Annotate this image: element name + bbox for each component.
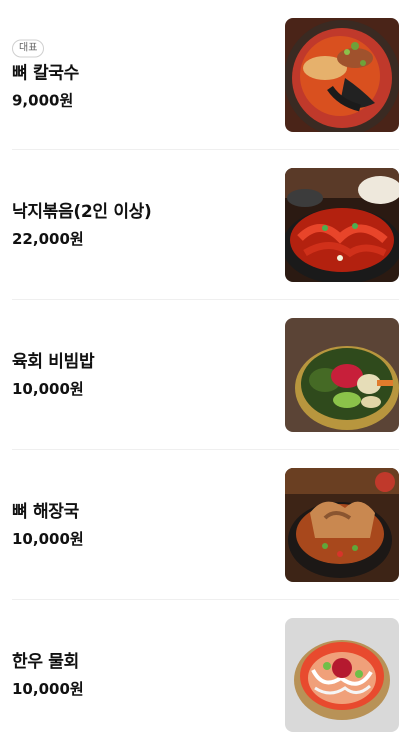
menu-item-info: 육회 비빔밥 10,000원 [12, 351, 95, 399]
menu-item-bone-haejangguk[interactable]: 뼈 해장국 10,000원 [12, 450, 399, 600]
menu-item-name: 뼈 칼국수 [12, 63, 79, 83]
menu-list: 대표 뼈 칼국수 9,000원 낙지볶음(2인 이상) 22,000원 육회 비… [0, 0, 411, 750]
menu-item-photo[interactable] [285, 618, 399, 732]
signature-badge: 대표 [12, 39, 45, 57]
menu-item-price: 10,000원 [12, 680, 84, 698]
menu-item-price: 10,000원 [12, 379, 84, 398]
menu-item-photo[interactable] [285, 467, 399, 582]
menu-item-name: 뼈 해장국 [12, 501, 79, 522]
menu-item-price: 10,000원 [12, 529, 84, 548]
menu-item-price: 9,000원 [12, 91, 74, 109]
menu-item-name: 육회 비빔밥 [12, 351, 95, 372]
menu-item-info: 뼈 해장국 10,000원 [12, 501, 84, 549]
menu-item-photo[interactable] [285, 167, 399, 282]
menu-item-photo[interactable] [285, 17, 399, 132]
menu-item-photo[interactable] [285, 317, 399, 432]
menu-item-hanwoo-mulhoe[interactable]: 한우 물회 10,000원 [12, 600, 399, 750]
menu-item-info: 한우 물회 10,000원 [12, 651, 84, 699]
menu-item-stir-fried-octopus[interactable]: 낙지볶음(2인 이상) 22,000원 [12, 150, 399, 300]
menu-item-price: 22,000원 [12, 229, 84, 248]
menu-item-name: 한우 물회 [12, 652, 79, 672]
menu-item-yukhoe-bibimbap[interactable]: 육회 비빔밥 10,000원 [12, 300, 399, 450]
menu-item-bone-kalguksu[interactable]: 대표 뼈 칼국수 9,000원 [12, 0, 399, 150]
menu-item-name: 낙지볶음(2인 이상) [12, 201, 152, 222]
menu-item-info: 낙지볶음(2인 이상) 22,000원 [12, 201, 152, 249]
menu-item-info: 대표 뼈 칼국수 9,000원 [12, 39, 79, 110]
